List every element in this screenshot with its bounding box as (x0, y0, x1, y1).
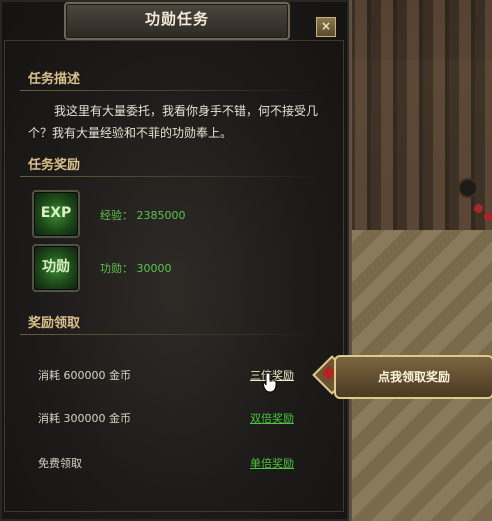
red-pot (484, 212, 492, 221)
divider (20, 334, 320, 335)
divider (20, 176, 320, 177)
double-reward-link[interactable]: 双倍奖励 (250, 410, 294, 426)
hand-cursor-icon (262, 372, 277, 393)
claim-heading: 奖励领取 (28, 316, 81, 331)
divider (20, 90, 320, 91)
exp-value: 2385000 (136, 209, 186, 222)
barrel (458, 178, 478, 198)
tooltip-label: 点我领取奖励 (334, 355, 492, 399)
claim-cost-triple: 消耗 600000 金币 (38, 369, 131, 382)
quest-panel: 功勋任务 × 任务描述 我这里有大量委托，我看你身手不错，何不接受几个？我有大量… (0, 0, 352, 521)
panel-title: 功勋任务 (144, 10, 209, 28)
exp-icon: EXP (32, 190, 80, 238)
exp-label: 经验： (100, 209, 133, 222)
red-pot (474, 204, 483, 213)
claim-cost-double: 消耗 300000 金币 (38, 412, 131, 425)
single-reward-link[interactable]: 单倍奖励 (250, 455, 294, 471)
merit-label: 功勋： (100, 262, 133, 275)
exp-reward: 经验： 2385000 (100, 207, 186, 223)
claim-cost-single: 免费领取 (38, 457, 82, 470)
claim-reward-tooltip-button[interactable]: 点我领取奖励 (312, 353, 492, 399)
merit-value: 30000 (136, 262, 172, 275)
description-heading: 任务描述 (28, 72, 81, 87)
description-text: 我这里有大量委托，我看你身手不错，何不接受几个？我有大量经验和不菲的功勋奉上。 (28, 104, 319, 140)
merit-reward: 功勋： 30000 (100, 260, 172, 276)
close-button[interactable]: × (316, 17, 336, 37)
rewards-heading: 任务奖励 (28, 158, 81, 173)
merit-icon: 功勋 (32, 244, 80, 292)
